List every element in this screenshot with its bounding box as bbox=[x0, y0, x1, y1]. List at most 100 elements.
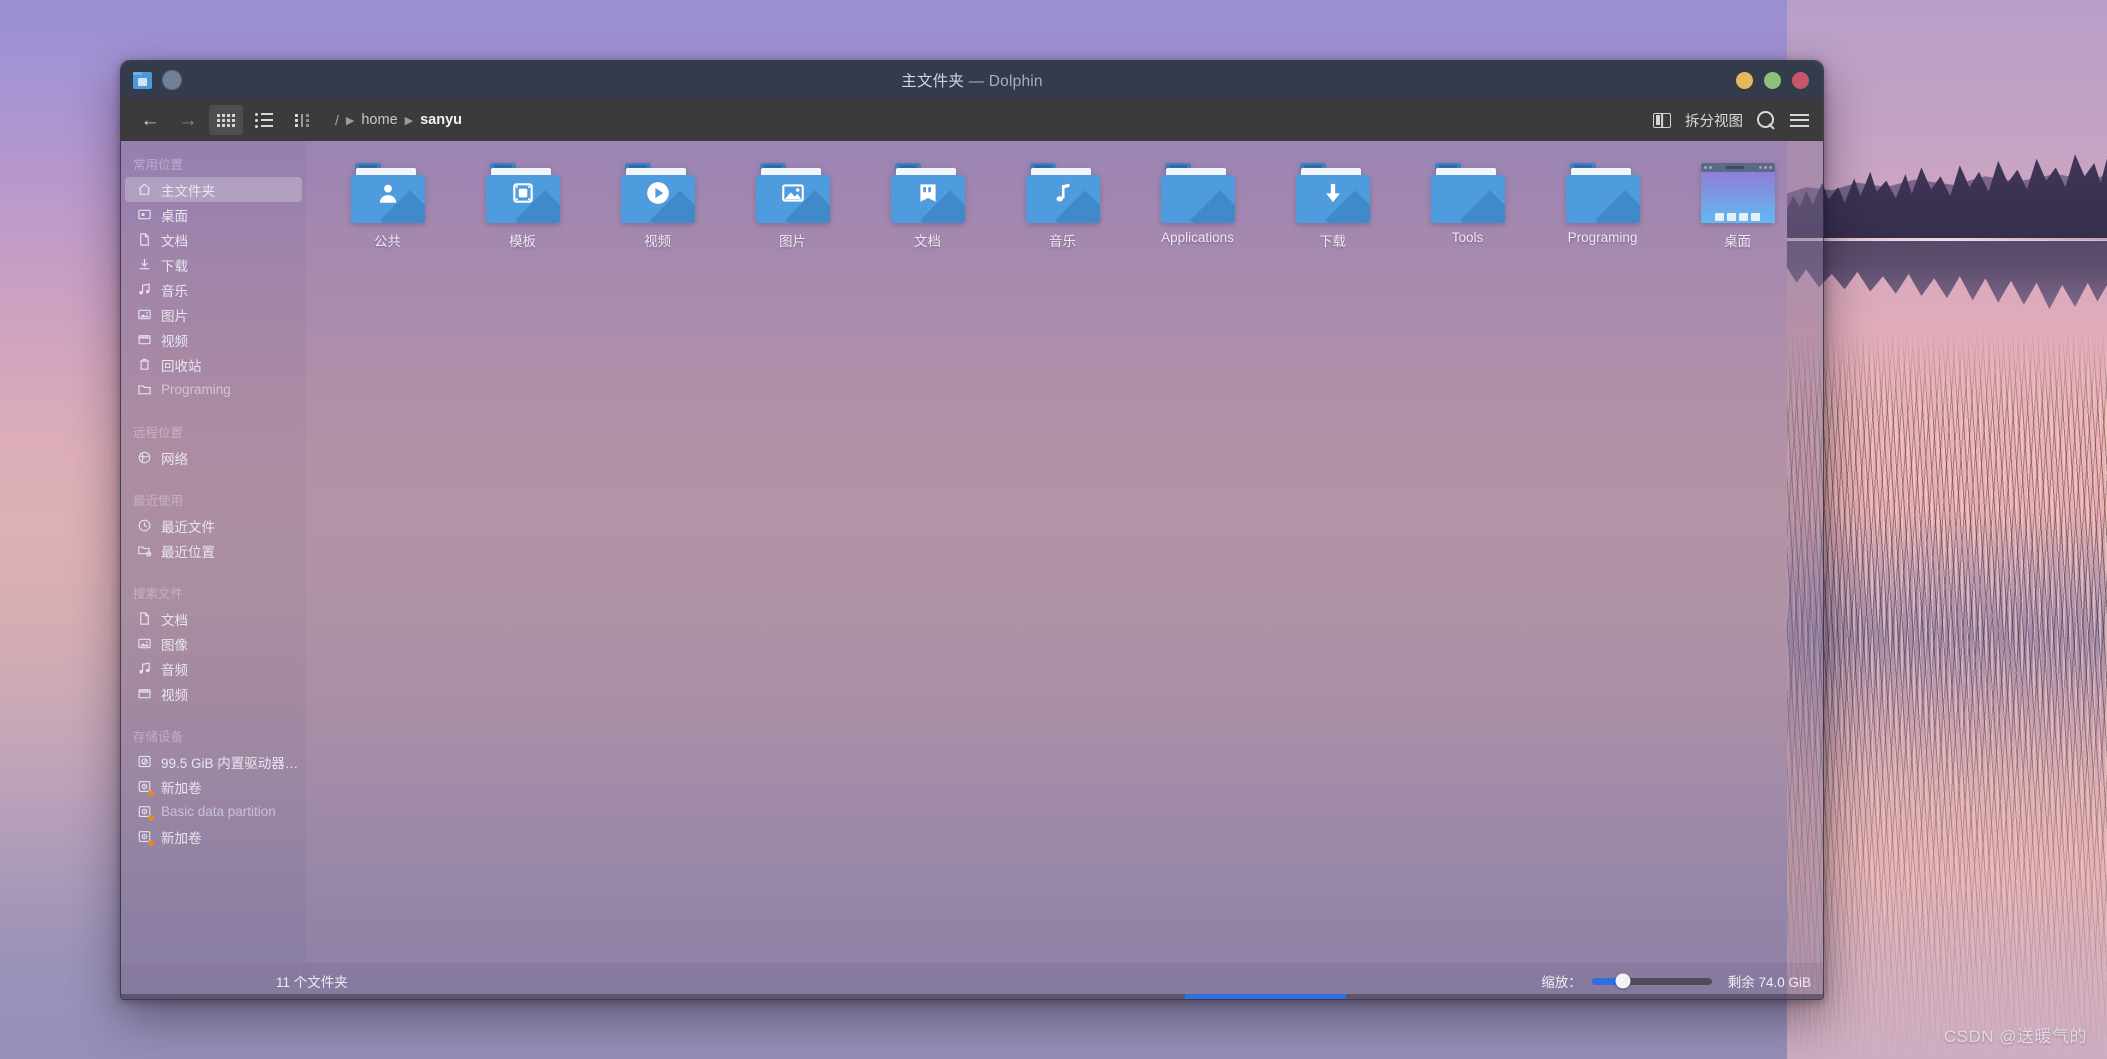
sidebar-item-downloads[interactable]: 下载 bbox=[125, 252, 302, 277]
wallpaper-waterline bbox=[1787, 238, 2107, 241]
details-icon bbox=[295, 113, 309, 127]
grid-icon bbox=[217, 113, 235, 127]
sidebar-item-music[interactable]: 音乐 bbox=[125, 277, 302, 302]
harddisk-icon bbox=[137, 754, 152, 769]
book-emblem-icon bbox=[915, 180, 941, 206]
sidebar-item-label: 图片 bbox=[161, 308, 188, 324]
minimize-button[interactable] bbox=[1736, 71, 1753, 89]
close-button[interactable] bbox=[1792, 71, 1809, 89]
file-item[interactable]: 模板 bbox=[455, 157, 590, 260]
maximize-button[interactable] bbox=[1764, 71, 1781, 89]
document-icon bbox=[137, 232, 152, 247]
zoom-slider[interactable] bbox=[1591, 973, 1712, 989]
file-name: Tools bbox=[1451, 230, 1484, 245]
sidebar-item-internal-drive[interactable]: 99.5 GiB 内置驱动器 (s... bbox=[125, 749, 302, 774]
partition-icon bbox=[137, 829, 154, 846]
zoom-slider-handle[interactable] bbox=[1615, 973, 1631, 989]
breadcrumb[interactable]: / ▶ home ▶ sanyu bbox=[335, 112, 462, 128]
sidebar-item-recent-files[interactable]: 最近文件 bbox=[125, 513, 302, 538]
forward-button[interactable]: → bbox=[171, 105, 205, 135]
window-title-document: 主文件夹 bbox=[901, 73, 965, 90]
toolbar: ← → / ▶ home ▶ sanyu 拆分视图 bbox=[121, 99, 1823, 141]
sidebar-item-videos[interactable]: 视频 bbox=[125, 327, 302, 352]
window-title: 主文件夹 — Dolphin bbox=[121, 69, 1823, 91]
sidebar-item-programing[interactable]: Programing bbox=[125, 377, 302, 402]
toolbar-right-group: 拆分视图 bbox=[1653, 110, 1809, 131]
sidebar-section-title: 存储设备 bbox=[133, 730, 184, 744]
file-item[interactable]: 文档 bbox=[860, 157, 995, 260]
sidebar-item-label: 99.5 GiB 内置驱动器 (s... bbox=[161, 752, 302, 772]
sidebar-item-network[interactable]: 网络 bbox=[125, 445, 302, 470]
network-icon bbox=[137, 450, 152, 465]
file-item[interactable]: Applications bbox=[1130, 157, 1265, 260]
breadcrumb-item-home[interactable]: home bbox=[361, 112, 397, 128]
file-item[interactable]: 音乐 bbox=[995, 157, 1130, 260]
file-item[interactable]: 下载 bbox=[1265, 157, 1400, 260]
sidebar-item-pictures[interactable]: 图片 bbox=[125, 302, 302, 327]
file-item[interactable]: 视频 bbox=[590, 157, 725, 260]
sidebar-item-volume-1[interactable]: 新加卷 bbox=[125, 774, 302, 799]
sidebar-item-label: 文档 bbox=[161, 233, 188, 249]
breadcrumb-root[interactable]: / bbox=[335, 112, 339, 128]
document-icon bbox=[137, 611, 152, 626]
folder-icon[interactable] bbox=[133, 71, 152, 89]
image-icon bbox=[137, 636, 152, 651]
download-icon bbox=[137, 257, 152, 272]
sidebar-item-documents[interactable]: 文档 bbox=[125, 227, 302, 252]
split-view-label[interactable]: 拆分视图 bbox=[1685, 110, 1743, 131]
compact-view-button[interactable] bbox=[247, 105, 281, 135]
file-item[interactable]: Tools bbox=[1400, 157, 1535, 260]
statusbar: 11 个文件夹 缩放： 剩余 74.0 GiB bbox=[121, 963, 1823, 999]
sidebar-item-volume-2[interactable]: 新加卷 bbox=[125, 824, 302, 849]
file-item[interactable]: 图片 bbox=[725, 157, 860, 260]
file-item[interactable]: Programing bbox=[1535, 157, 1670, 260]
sidebar-item-search-audio[interactable]: 音频 bbox=[125, 656, 302, 681]
sidebar-item-label: 回收站 bbox=[161, 358, 202, 374]
sidebar-item-label: 文档 bbox=[161, 612, 188, 628]
sidebar-item-trash[interactable]: 回收站 bbox=[125, 352, 302, 377]
icons-view-button[interactable] bbox=[209, 105, 243, 135]
search-icon[interactable] bbox=[1757, 110, 1776, 130]
split-view-icon[interactable] bbox=[1653, 112, 1671, 128]
sidebar-item-label: 新加卷 bbox=[161, 830, 202, 846]
folder-icon bbox=[137, 382, 152, 397]
window-titlebar[interactable]: 主文件夹 — Dolphin bbox=[121, 61, 1823, 99]
titlebar-window-buttons bbox=[1736, 71, 1823, 89]
sidebar-item-label: 视频 bbox=[161, 687, 188, 703]
sidebar-item-label: 主文件夹 bbox=[161, 183, 215, 199]
zoom-control[interactable]: 缩放： bbox=[1541, 971, 1712, 991]
play-emblem-icon bbox=[645, 180, 671, 206]
sidebar-item-home[interactable]: 主文件夹 bbox=[125, 177, 302, 202]
file-item[interactable]: 公共 bbox=[320, 157, 455, 260]
sidebar-item-search-videos[interactable]: 视频 bbox=[125, 681, 302, 706]
window-menu-button[interactable] bbox=[162, 70, 182, 90]
zoom-label: 缩放： bbox=[1541, 975, 1582, 990]
back-button[interactable]: ← bbox=[133, 105, 167, 135]
sidebar-item-search-images[interactable]: 图像 bbox=[125, 631, 302, 656]
file-item[interactable]: 桌面 bbox=[1670, 157, 1805, 260]
folder-clock-icon bbox=[137, 543, 152, 558]
sidebar-item-recent-locations[interactable]: 最近位置 bbox=[125, 538, 302, 563]
sidebar-item-search-documents[interactable]: 文档 bbox=[125, 606, 302, 631]
music-icon bbox=[137, 661, 152, 676]
sidebar-item-basic-data-partition[interactable]: Basic data partition bbox=[125, 799, 302, 824]
breadcrumb-item-sanyu[interactable]: sanyu bbox=[420, 112, 462, 128]
hamburger-icon[interactable] bbox=[1790, 113, 1809, 127]
places-sidebar[interactable]: 常用位置 主文件夹 桌面 文档 下载 音乐 图片 视频 回收站 Programi… bbox=[121, 141, 306, 963]
folder-pictures-icon bbox=[755, 163, 830, 223]
sidebar-item-desktop[interactable]: 桌面 bbox=[125, 202, 302, 227]
file-view[interactable]: 公共 模板 视频 图片 文档 音乐 Applications 下载 Tools … bbox=[306, 141, 1823, 963]
folder-documents-icon bbox=[890, 163, 965, 223]
statusbar-right-group: 缩放： 剩余 74.0 GiB bbox=[1541, 971, 1811, 991]
wallpaper-reeds bbox=[1787, 330, 2107, 1059]
sidebar-item-label: 最近文件 bbox=[161, 519, 215, 535]
sidebar-item-label: 图像 bbox=[161, 637, 188, 653]
sidebar-section-title: 最近使用 bbox=[133, 494, 184, 508]
person-emblem-icon bbox=[375, 180, 401, 206]
sidebar-item-label: Basic data partition bbox=[161, 804, 276, 819]
details-view-button[interactable] bbox=[285, 105, 319, 135]
sidebar-item-label: 音频 bbox=[161, 662, 188, 678]
